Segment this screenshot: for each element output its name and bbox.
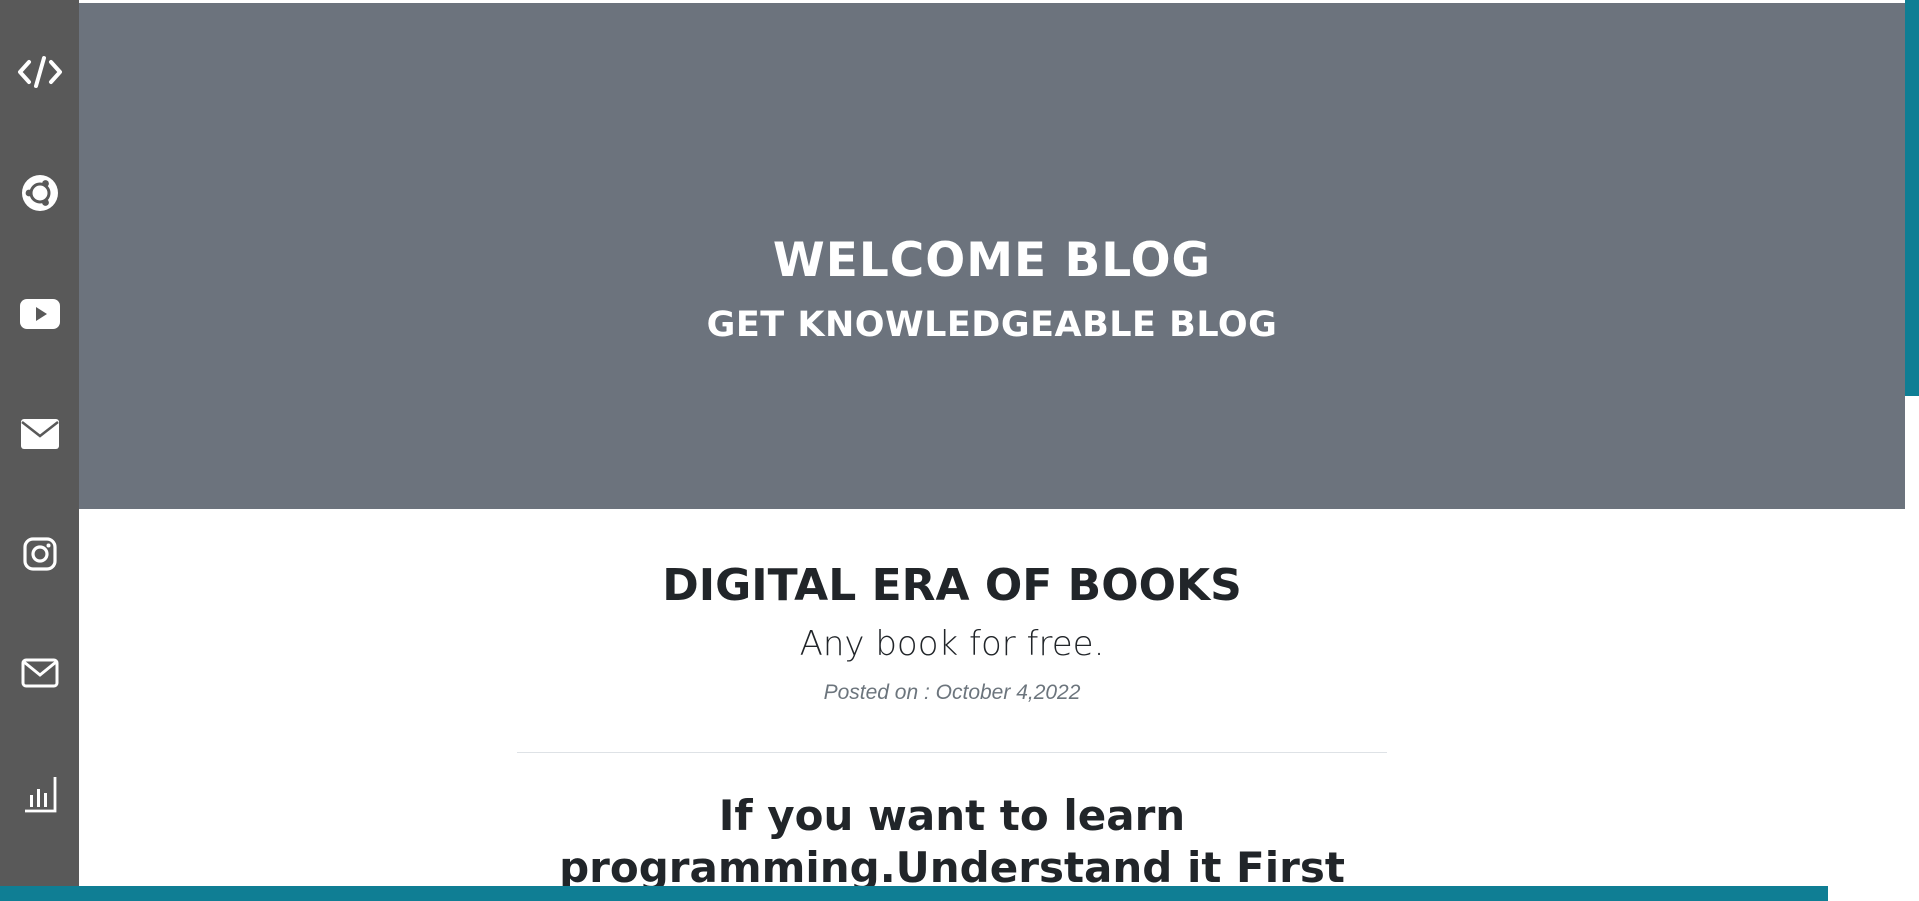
- hero-title: WELCOME BLOG: [772, 233, 1212, 288]
- instagram-icon: [22, 537, 57, 571]
- accent-bar-bottom: [0, 886, 1828, 901]
- page: WELCOME BLOG GET KNOWLEDGEABLE BLOG DIGI…: [0, 0, 1919, 901]
- youtube-icon: [19, 299, 60, 329]
- sidebar: [0, 0, 79, 886]
- sidebar-item-instagram[interactable]: [0, 524, 79, 584]
- sidebar-item-ubuntu[interactable]: [0, 163, 79, 223]
- hero-subtitle: GET KNOWLEDGEABLE BLOG: [706, 305, 1278, 345]
- ubuntu-icon: [21, 174, 59, 212]
- envelope-outline-icon: [21, 658, 59, 688]
- bar-chart-icon: [23, 775, 57, 813]
- sidebar-item-code[interactable]: [0, 42, 79, 102]
- post-preview: DIGITAL ERA OF BOOKS Any book for free. …: [517, 555, 1387, 705]
- post-subtitle: Any book for free.: [799, 624, 1105, 664]
- hero-header: WELCOME BLOG GET KNOWLEDGEABLE BLOG: [79, 3, 1905, 509]
- sidebar-item-mail[interactable]: [0, 404, 79, 464]
- sidebar-item-youtube[interactable]: [0, 284, 79, 344]
- sidebar-item-email[interactable]: [0, 643, 79, 703]
- post-title[interactable]: DIGITAL ERA OF BOOKS: [517, 555, 1387, 617]
- code-icon: [17, 52, 63, 92]
- sidebar-item-stats[interactable]: [0, 764, 79, 824]
- post-preview-2: If you want to learn programming.Underst…: [517, 790, 1387, 894]
- post-title-2[interactable]: If you want to learn programming.Underst…: [517, 790, 1387, 894]
- post-divider: [517, 752, 1387, 753]
- post-meta: Posted on : October 4,2022: [823, 681, 1081, 704]
- mail-icon: [20, 419, 59, 449]
- accent-bar-right: [1905, 0, 1919, 396]
